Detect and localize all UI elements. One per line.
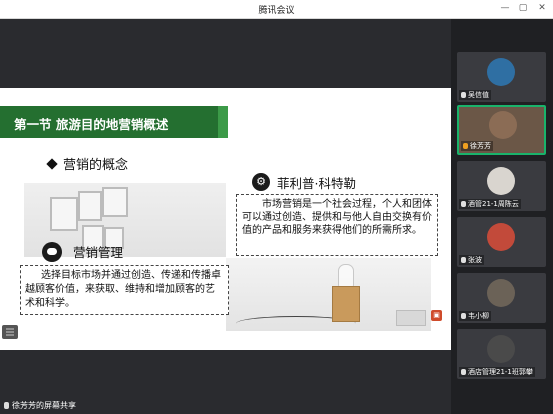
- avatar: [487, 58, 515, 86]
- avatar: [487, 167, 515, 195]
- mgmt-box: 选择目标市场并通过创造、传递和传播卓越顾客价值，来获取、维持和增加顾客的艺术和科…: [20, 265, 229, 315]
- presentation-slide: 第一节 旅游目的地营销概述 营销的概念 ⚙ 菲利普·科特勒 市场营销是一个社会过…: [0, 88, 451, 350]
- mic-icon: [461, 313, 466, 319]
- chat-bubble-icon: [42, 242, 62, 262]
- close-button[interactable]: ✕: [535, 2, 549, 15]
- slide-title: 第一节 旅游目的地营销概述: [14, 117, 169, 132]
- mgmt-heading: 营销管理: [73, 245, 124, 260]
- mic-icon: [461, 92, 466, 98]
- annotation-tools-icon[interactable]: [0, 323, 20, 341]
- mic-icon: [4, 402, 9, 409]
- participant-sidebar: 吴信值 徐芳芳 酒管21-1周陈云 张波 韦小柳 酒店管理21-1班郭攀: [451, 19, 553, 414]
- screen-share-label: 徐芳芳的屏幕共享: [0, 400, 76, 414]
- concept-heading: 营销的概念: [63, 158, 129, 173]
- wood-lamp-base: [332, 286, 360, 322]
- window-title: 腾讯会议: [258, 6, 295, 16]
- participant-name: 徐芳芳: [461, 141, 493, 151]
- mic-icon: [461, 201, 466, 207]
- gear-icon: ⚙: [252, 173, 270, 191]
- mic-icon: [461, 369, 466, 375]
- participant-name: 张波: [459, 255, 484, 265]
- slide-logo-icon: ▣: [431, 310, 442, 321]
- participant-tile[interactable]: 酒店管理21-1班郭攀: [457, 329, 546, 379]
- share-label: 徐芳芳的屏幕共享: [12, 401, 76, 410]
- definition-box: 市场营销是一个社会过程，个人和团体可以通过创造、提供和与他人自由交换有价值的产品…: [236, 194, 438, 256]
- diamond-bullet-icon: [46, 158, 58, 170]
- participant-name: 韦小柳: [459, 311, 491, 321]
- picture-frame: [50, 197, 78, 231]
- participant-name: 酒管21-1周陈云: [459, 199, 521, 209]
- avatar: [489, 111, 517, 139]
- definition-text: 市场营销是一个社会过程，个人和团体可以通过创造、提供和与他人自由交换有价值的产品…: [242, 199, 432, 236]
- title-bar: 腾讯会议 — ▢ ✕: [0, 0, 553, 19]
- picture-frame: [78, 191, 102, 221]
- mic-icon: [461, 257, 466, 263]
- desk-lamp-image: [226, 258, 431, 331]
- participant-tile[interactable]: 韦小柳: [457, 273, 546, 323]
- minimize-button[interactable]: —: [498, 2, 512, 15]
- book: [396, 310, 426, 326]
- participant-tile[interactable]: 张波: [457, 217, 546, 267]
- person-heading: 菲利普·科特勒: [277, 176, 356, 191]
- slide-title-banner: 第一节 旅游目的地营销概述: [0, 106, 218, 138]
- mic-icon: [463, 143, 468, 149]
- participant-tile-active[interactable]: 徐芳芳: [457, 105, 546, 155]
- maximize-button[interactable]: ▢: [516, 2, 530, 15]
- participant-name: 酒店管理21-1班郭攀: [459, 367, 535, 377]
- participant-tile[interactable]: 吴信值: [457, 52, 546, 102]
- shared-screen-area: 第一节 旅游目的地营销概述 营销的概念 ⚙ 菲利普·科特勒 市场营销是一个社会过…: [0, 19, 451, 414]
- picture-frame: [102, 187, 128, 217]
- participant-name: 吴信值: [459, 90, 491, 100]
- avatar: [487, 335, 515, 363]
- mgmt-text: 选择目标市场并通过创造、传递和传播卓越顾客价值，来获取、维持和增加顾客的艺术和科…: [25, 270, 221, 309]
- light-bulb-icon: [338, 264, 354, 288]
- participant-tile[interactable]: 酒管21-1周陈云: [457, 161, 546, 211]
- avatar: [487, 223, 515, 251]
- title-accent: [218, 106, 228, 138]
- avatar: [487, 279, 515, 307]
